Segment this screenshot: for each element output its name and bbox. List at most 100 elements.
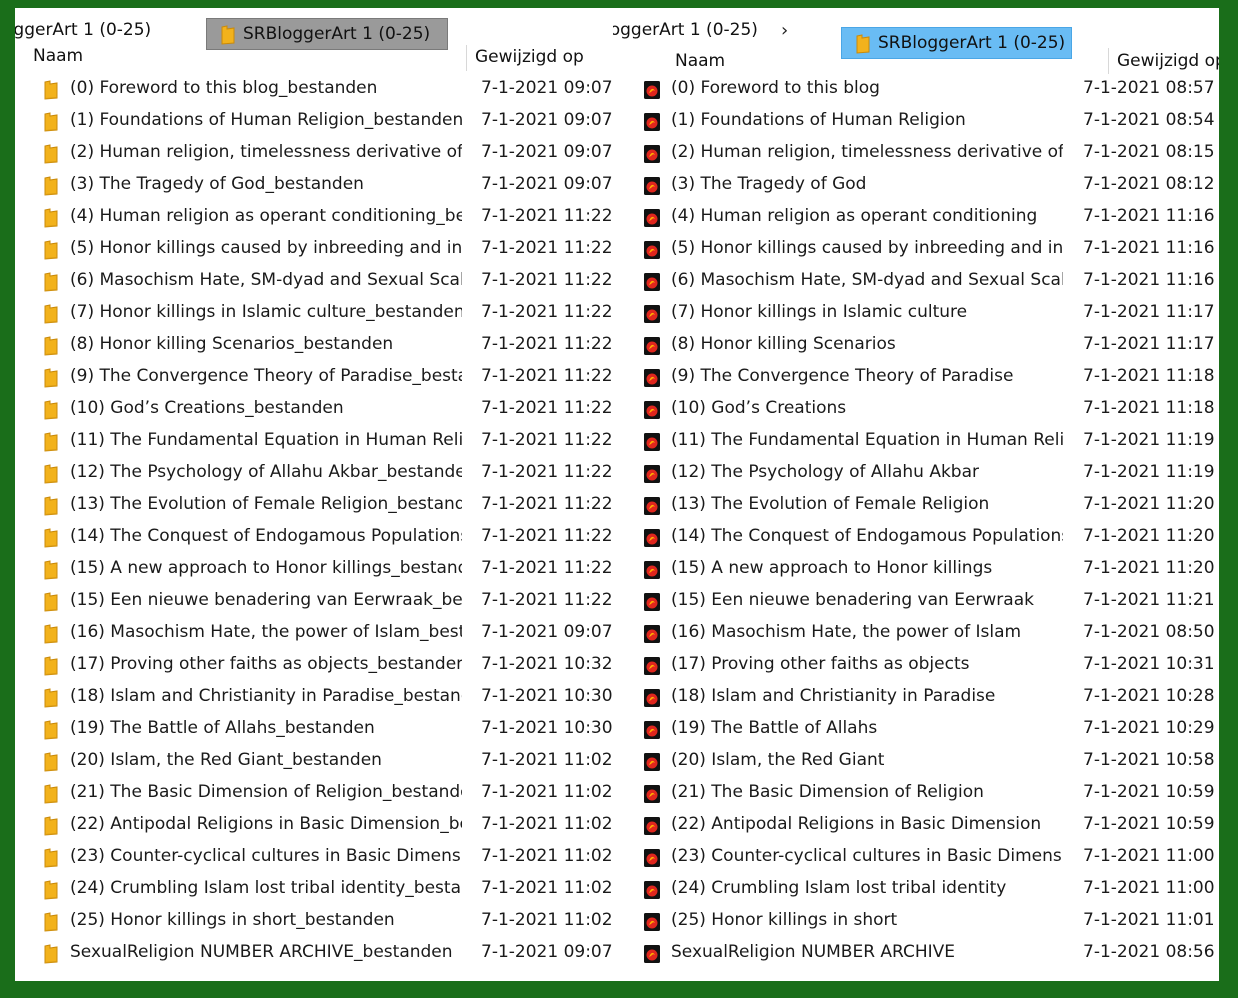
list-item[interactable]: (12) The Psychology of Allahu Akbar_best…: [15, 458, 613, 490]
list-item[interactable]: (10) God’s Creations_bestanden 7-1-2021 1…: [15, 394, 613, 426]
list-item[interactable]: (9) The Convergence Theory of Paradise_b…: [15, 362, 613, 394]
list-item[interactable]: (4) Human religion as operant conditioni…: [15, 202, 613, 234]
folder-icon: [44, 624, 58, 644]
file-name: (25) Honor killings in short: [671, 910, 898, 930]
modified-date: 7-1-2021 11:02: [481, 750, 613, 770]
column-header-modified[interactable]: Gewijzigd op: [475, 47, 584, 67]
list-item[interactable]: (20) Islam, the Red Giant_bestanden 7-1-2…: [15, 746, 613, 778]
list-item[interactable]: (9) The Convergence Theory of Paradise 7-…: [613, 362, 1219, 394]
list-item[interactable]: (7) Honor killings in Islamic culture 7-1…: [613, 298, 1219, 330]
html-file-icon: [643, 432, 661, 452]
list-item[interactable]: (22) Antipodal Religions in Basic Dimens…: [613, 810, 1219, 842]
list-item[interactable]: (8) Honor killing Scenarios_bestanden 7-1…: [15, 330, 613, 362]
modified-date: 7-1-2021 09:07: [481, 78, 613, 98]
folder-icon: [44, 880, 58, 900]
list-item[interactable]: (2) Human religion, timelessness derivat…: [613, 138, 1219, 170]
list-item[interactable]: SexualReligion NUMBER ARCHIVE 7-1-2021 08…: [613, 938, 1219, 970]
file-name: (18) Islam and Christianity in Paradise_…: [70, 686, 462, 706]
list-item[interactable]: (15) Een nieuwe benadering van Eerwraak_…: [15, 586, 613, 618]
file-name: (0) Foreword to this blog: [671, 78, 880, 98]
list-item[interactable]: (16) Masochism Hate, the power of Islam_…: [15, 618, 613, 650]
folder-icon: [44, 528, 58, 548]
modified-date: 7-1-2021 11:22: [481, 334, 613, 354]
list-item[interactable]: (23) Counter-cyclical cultures in Basic …: [613, 842, 1219, 874]
list-item[interactable]: (2) Human religion, timelessness derivat…: [15, 138, 613, 170]
list-item[interactable]: (17) Proving other faiths as objects_bes…: [15, 650, 613, 682]
list-item[interactable]: (1) Foundations of Human Religion 7-1-202…: [613, 106, 1219, 138]
list-item[interactable]: (19) The Battle of Allahs 7-1-2021 10:29: [613, 714, 1219, 746]
modified-date: 7-1-2021 10:28: [1083, 686, 1215, 706]
modified-date: 7-1-2021 11:00: [1083, 878, 1215, 898]
list-item[interactable]: (21) The Basic Dimension of Religion_bes…: [15, 778, 613, 810]
chevron-right-icon[interactable]: ›: [781, 20, 788, 41]
explorer-comparison: oggerArt 1 (0-25) SRBloggerArt 1 (0-25) …: [15, 8, 1219, 981]
modified-date: 7-1-2021 11:20: [1083, 494, 1215, 514]
list-item[interactable]: (22) Antipodal Religions in Basic Dimens…: [15, 810, 613, 842]
list-item[interactable]: (25) Honor killings in short_bestanden 7-…: [15, 906, 613, 938]
folder-tab[interactable]: SRBloggerArt 1 (0-25): [206, 18, 448, 50]
file-name: (6) Masochism Hate, SM-dyad and Sexual S…: [70, 270, 462, 290]
list-item[interactable]: (5) Honor killings caused by inbreeding …: [15, 234, 613, 266]
list-item[interactable]: (11) The Fundamental Equation in Human R…: [15, 426, 613, 458]
column-header-name[interactable]: Naam: [675, 51, 725, 71]
list-item[interactable]: (13) The Evolution of Female Religion_be…: [15, 490, 613, 522]
right-explorer-pane: loggerArt 1 (0-25) › SRBloggerArt 1 (0-2…: [613, 8, 1219, 981]
list-item[interactable]: (18) Islam and Christianity in Paradise 7…: [613, 682, 1219, 714]
folder-tab-label: SRBloggerArt 1 (0-25): [243, 24, 431, 44]
list-item[interactable]: (17) Proving other faiths as objects 7-1-…: [613, 650, 1219, 682]
folder-icon: [44, 720, 58, 740]
list-item[interactable]: (15) A new approach to Honor killings 7-1…: [613, 554, 1219, 586]
folder-icon: [44, 368, 58, 388]
list-item[interactable]: (0) Foreword to this blog 7-1-2021 08:57: [613, 74, 1219, 106]
modified-date: 7-1-2021 11:01: [1083, 910, 1215, 930]
modified-date: 7-1-2021 11:21: [1083, 590, 1215, 610]
list-item[interactable]: (12) The Psychology of Allahu Akbar 7-1-2…: [613, 458, 1219, 490]
list-item[interactable]: (14) The Conquest of Endogamous Populati…: [15, 522, 613, 554]
list-item[interactable]: (6) Masochism Hate, SM-dyad and Sexual S…: [613, 266, 1219, 298]
list-item[interactable]: (13) The Evolution of Female Religion 7-1…: [613, 490, 1219, 522]
folder-tab[interactable]: SRBloggerArt 1 (0-25): [841, 27, 1072, 59]
list-item[interactable]: (19) The Battle of Allahs_bestanden 7-1-2…: [15, 714, 613, 746]
folder-icon: [44, 144, 58, 164]
folder-icon: [44, 752, 58, 772]
breadcrumb[interactable]: oggerArt 1 (0-25): [15, 20, 151, 40]
column-divider[interactable]: [1108, 48, 1109, 74]
modified-date: 7-1-2021 08:15: [1083, 142, 1215, 162]
modified-date: 7-1-2021 11:02: [481, 910, 613, 930]
list-item[interactable]: (0) Foreword to this blog_bestanden 7-1-2…: [15, 74, 613, 106]
list-item[interactable]: (14) The Conquest of Endogamous Populati…: [613, 522, 1219, 554]
file-name: (4) Human religion as operant conditioni…: [671, 206, 1038, 226]
list-item[interactable]: (5) Honor killings caused by inbreeding …: [613, 234, 1219, 266]
list-item[interactable]: (15) A new approach to Honor killings_be…: [15, 554, 613, 586]
file-name: (1) Foundations of Human Religion_bestan…: [70, 110, 462, 130]
list-item[interactable]: (8) Honor killing Scenarios 7-1-2021 11:1…: [613, 330, 1219, 362]
column-divider[interactable]: [466, 45, 467, 71]
folder-icon: [44, 912, 58, 932]
modified-date: 7-1-2021 11:22: [481, 206, 613, 226]
list-item[interactable]: (23) Counter-cyclical cultures in Basic …: [15, 842, 613, 874]
list-item[interactable]: (11) The Fundamental Equation in Human R…: [613, 426, 1219, 458]
list-item[interactable]: (3) The Tragedy of God 7-1-2021 08:12: [613, 170, 1219, 202]
list-item[interactable]: (1) Foundations of Human Religion_bestan…: [15, 106, 613, 138]
list-item[interactable]: (24) Crumbling Islam lost tribal identit…: [613, 874, 1219, 906]
list-item[interactable]: (4) Human religion as operant conditioni…: [613, 202, 1219, 234]
column-header-name[interactable]: Naam: [33, 46, 83, 66]
list-item[interactable]: (15) Een nieuwe benadering van Eerwraak 7…: [613, 586, 1219, 618]
list-item[interactable]: (16) Masochism Hate, the power of Islam 7…: [613, 618, 1219, 650]
file-name: (12) The Psychology of Allahu Akbar_best…: [70, 462, 462, 482]
column-header-modified[interactable]: Gewijzigd op: [1117, 51, 1219, 71]
list-item[interactable]: (18) Islam and Christianity in Paradise_…: [15, 682, 613, 714]
list-item[interactable]: (3) The Tragedy of God_bestanden 7-1-2021…: [15, 170, 613, 202]
list-item[interactable]: (25) Honor killings in short 7-1-2021 11:…: [613, 906, 1219, 938]
html-file-icon: [643, 688, 661, 708]
html-file-icon: [643, 816, 661, 836]
breadcrumb[interactable]: loggerArt 1 (0-25): [613, 20, 758, 40]
list-item[interactable]: (6) Masochism Hate, SM-dyad and Sexual S…: [15, 266, 613, 298]
list-item[interactable]: (10) God’s Creations 7-1-2021 11:18: [613, 394, 1219, 426]
list-item[interactable]: SexualReligion NUMBER ARCHIVE_bestanden 7…: [15, 938, 613, 970]
modified-date: 7-1-2021 11:02: [481, 814, 613, 834]
list-item[interactable]: (7) Honor killings in Islamic culture_be…: [15, 298, 613, 330]
list-item[interactable]: (24) Crumbling Islam lost tribal identit…: [15, 874, 613, 906]
list-item[interactable]: (20) Islam, the Red Giant 7-1-2021 10:58: [613, 746, 1219, 778]
list-item[interactable]: (21) The Basic Dimension of Religion 7-1-…: [613, 778, 1219, 810]
